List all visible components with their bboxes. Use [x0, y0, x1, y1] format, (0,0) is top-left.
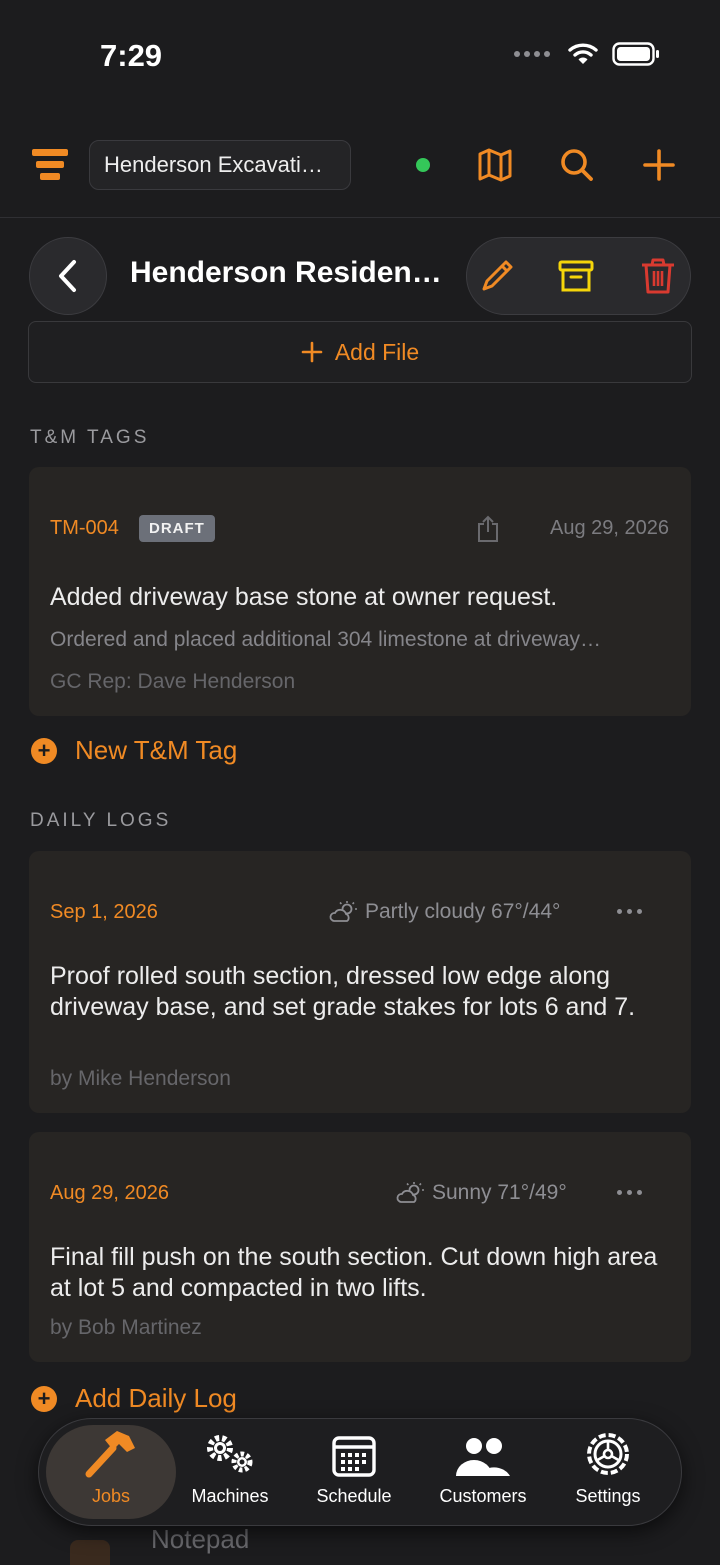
tab-customers[interactable]: Customers	[428, 1425, 538, 1519]
company-selector[interactable]: Henderson Excavati…	[89, 140, 351, 190]
wifi-icon	[568, 43, 598, 64]
cellular-signal-icon	[514, 51, 550, 57]
tab-label: Settings	[575, 1486, 641, 1506]
add-daily-log-label: Add Daily Log	[75, 1383, 237, 1413]
archive-icon[interactable]	[557, 257, 595, 295]
tm-tag-rep: GC Rep: Dave Henderson	[50, 670, 296, 693]
tab-settings[interactable]: Settings	[558, 1425, 658, 1519]
people-icon	[456, 1438, 510, 1476]
tab-jobs[interactable]: Jobs	[46, 1425, 176, 1519]
trash-icon[interactable]	[639, 257, 677, 295]
tm-tag-title: Added driveway base stone at owner reque…	[50, 583, 558, 611]
daily-log-weather: Sunny 71°/49°	[432, 1181, 567, 1204]
daily-log-card[interactable]: Sep 1, 2026 Partly cloudy 67°/44° Proof …	[29, 851, 691, 1113]
daily-log-author: by Mike Henderson	[50, 1067, 231, 1090]
partly-cloudy-icon	[329, 901, 357, 922]
daily-log-date: Sep 1, 2026	[50, 901, 158, 923]
map-icon[interactable]	[476, 146, 514, 184]
tm-tag-description: Ordered and placed additional 304 limest…	[50, 628, 601, 651]
plus-circle-icon: +	[31, 1385, 57, 1412]
daily-logs-section-label: DAILY LOGS	[30, 810, 172, 831]
gear-icon	[587, 1433, 629, 1475]
daily-log-text: Proof rolled south section, dressed low …	[50, 962, 636, 1021]
calendar-icon	[332, 1436, 376, 1477]
tm-tag-card[interactable]: TM-004 DRAFT Aug 29, 2026 Added driveway…	[29, 467, 691, 716]
new-tm-tag-label: New T&M Tag	[75, 735, 238, 765]
plus-icon	[301, 341, 323, 363]
daily-log-author: by Bob Martinez	[50, 1316, 202, 1339]
tm-tag-id: TM-004	[50, 517, 119, 539]
status-time: 7:29	[100, 38, 163, 73]
tab-label: Machines	[191, 1486, 269, 1506]
tab-label: Jobs	[91, 1486, 131, 1506]
gears-icon	[207, 1435, 253, 1473]
page-title: Henderson Residen…	[130, 256, 442, 289]
menu-logo-icon[interactable]	[30, 148, 70, 182]
chevron-left-icon	[59, 260, 76, 292]
back-button[interactable]	[29, 237, 107, 315]
edit-pencil-icon[interactable]	[478, 257, 516, 295]
sunny-icon	[396, 1182, 424, 1203]
add-file-button[interactable]: Add File	[28, 321, 692, 383]
tab-label: Customers	[439, 1486, 527, 1506]
add-daily-log-button[interactable]: + Add Daily Log	[31, 1383, 237, 1414]
online-status-dot	[416, 158, 430, 172]
tab-label: Schedule	[316, 1486, 392, 1506]
tab-schedule[interactable]: Schedule	[304, 1425, 404, 1519]
new-tm-tag-button[interactable]: + New T&M Tag	[31, 735, 237, 766]
share-icon[interactable]	[477, 515, 499, 543]
more-options-icon[interactable]	[617, 1190, 642, 1195]
tm-tag-date: Aug 29, 2026	[550, 517, 669, 539]
notepad-icon	[70, 1540, 110, 1565]
daily-log-weather: Partly cloudy 67°/44°	[365, 900, 561, 923]
add-icon[interactable]	[640, 146, 678, 184]
daily-log-text: Final fill push on the south section. Cu…	[50, 1243, 658, 1302]
more-options-icon[interactable]	[617, 909, 642, 914]
battery-icon	[612, 42, 659, 66]
notepad-label[interactable]: Notepad	[151, 1524, 249, 1555]
tm-tags-section-label: T&M TAGS	[30, 427, 150, 448]
status-badge: DRAFT	[139, 515, 215, 542]
daily-log-card[interactable]: Aug 29, 2026 Sunny 71°/49° Final fill pu…	[29, 1132, 691, 1362]
plus-circle-icon: +	[31, 737, 57, 764]
hammer-icon	[85, 1431, 135, 1478]
search-icon[interactable]	[558, 146, 596, 184]
add-file-label: Add File	[334, 338, 420, 365]
tab-machines[interactable]: Machines	[180, 1425, 280, 1519]
status-indicators	[514, 42, 660, 66]
daily-log-date: Aug 29, 2026	[50, 1182, 169, 1204]
